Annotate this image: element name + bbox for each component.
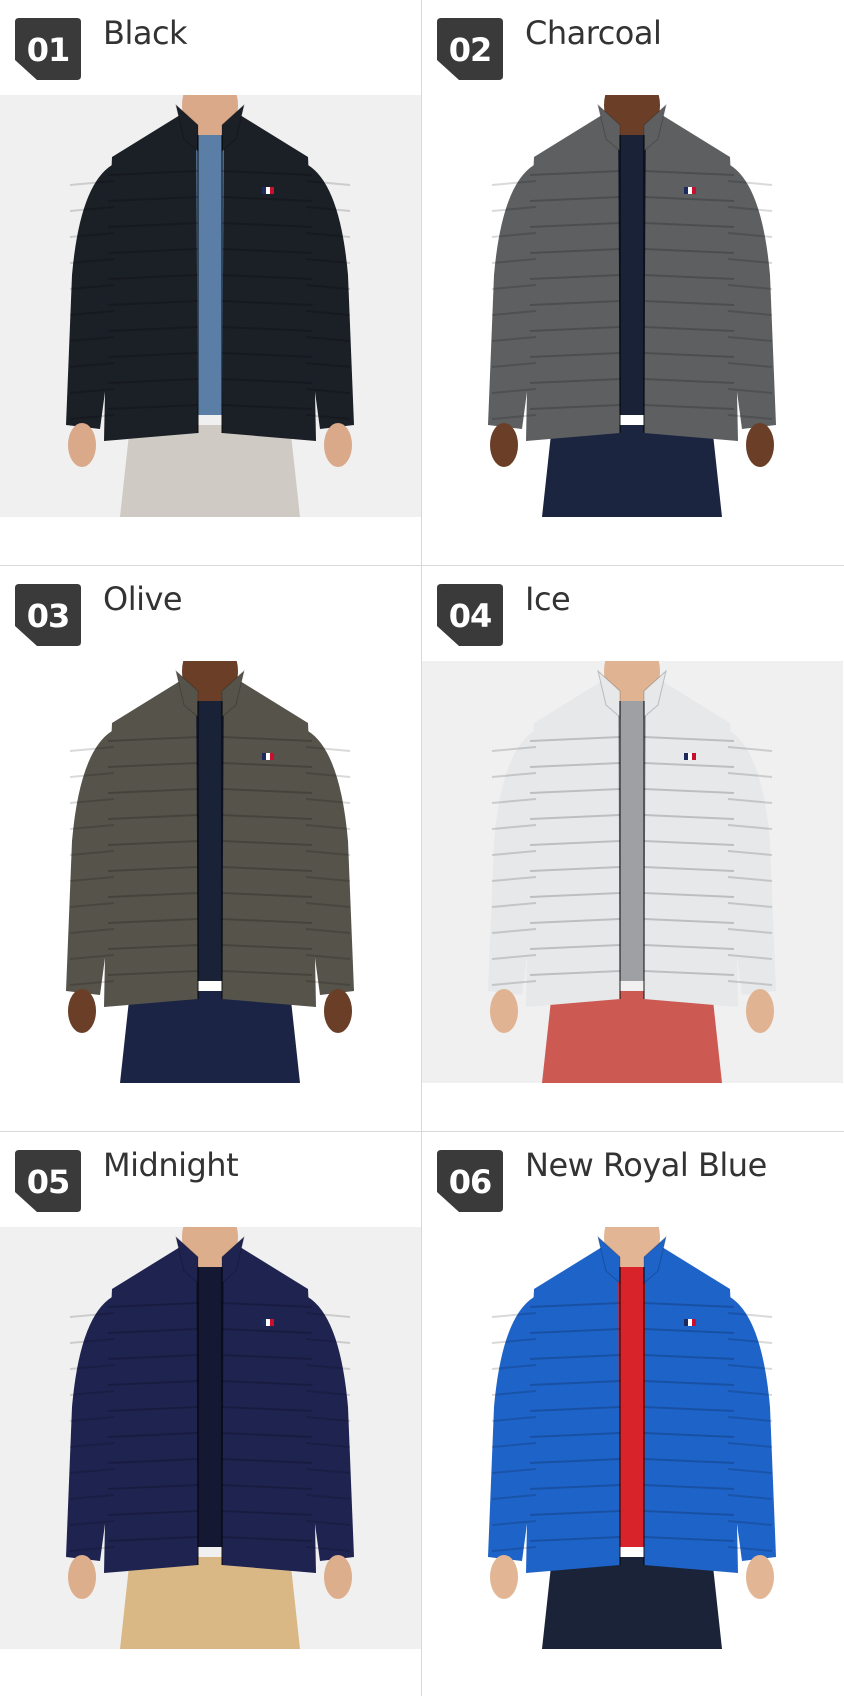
color-option-card[interactable]: 01 Black	[0, 0, 421, 566]
badge-number: 03	[26, 597, 71, 635]
jacket-photo[interactable]	[0, 661, 421, 1083]
color-name-label: Olive	[103, 580, 183, 618]
number-badge: 01	[15, 18, 81, 80]
color-option-card[interactable]: 04 Ice	[422, 566, 843, 1132]
color-name-label: Black	[103, 14, 188, 52]
badge-number: 05	[26, 1163, 71, 1201]
jacket-photo[interactable]	[0, 95, 421, 517]
column-divider	[421, 0, 422, 1696]
color-option-card[interactable]: 06 New Royal Blue	[422, 1132, 843, 1698]
badge-number: 06	[448, 1163, 493, 1201]
color-option-card[interactable]: 05 Midnight	[0, 1132, 421, 1698]
row-divider	[0, 565, 844, 566]
jacket-photo[interactable]	[422, 95, 843, 517]
number-badge: 06	[437, 1150, 503, 1212]
number-badge: 05	[15, 1150, 81, 1212]
badge-number: 02	[448, 31, 493, 69]
color-options-grid: 01 Black 02 Charcoal 03 Olive 04 Ice 05 …	[0, 0, 844, 1698]
row-divider	[0, 1131, 844, 1132]
color-name-label: Midnight	[103, 1146, 239, 1184]
jacket-photo[interactable]	[422, 661, 843, 1083]
color-name-label: Ice	[525, 580, 571, 618]
jacket-photo[interactable]	[422, 1227, 843, 1649]
number-badge: 02	[437, 18, 503, 80]
number-badge: 04	[437, 584, 503, 646]
jacket-photo[interactable]	[0, 1227, 421, 1649]
badge-number: 04	[448, 597, 493, 635]
color-name-label: Charcoal	[525, 14, 662, 52]
badge-number: 01	[26, 31, 71, 69]
color-option-card[interactable]: 02 Charcoal	[422, 0, 843, 566]
color-name-label: New Royal Blue	[525, 1146, 767, 1184]
number-badge: 03	[15, 584, 81, 646]
color-option-card[interactable]: 03 Olive	[0, 566, 421, 1132]
